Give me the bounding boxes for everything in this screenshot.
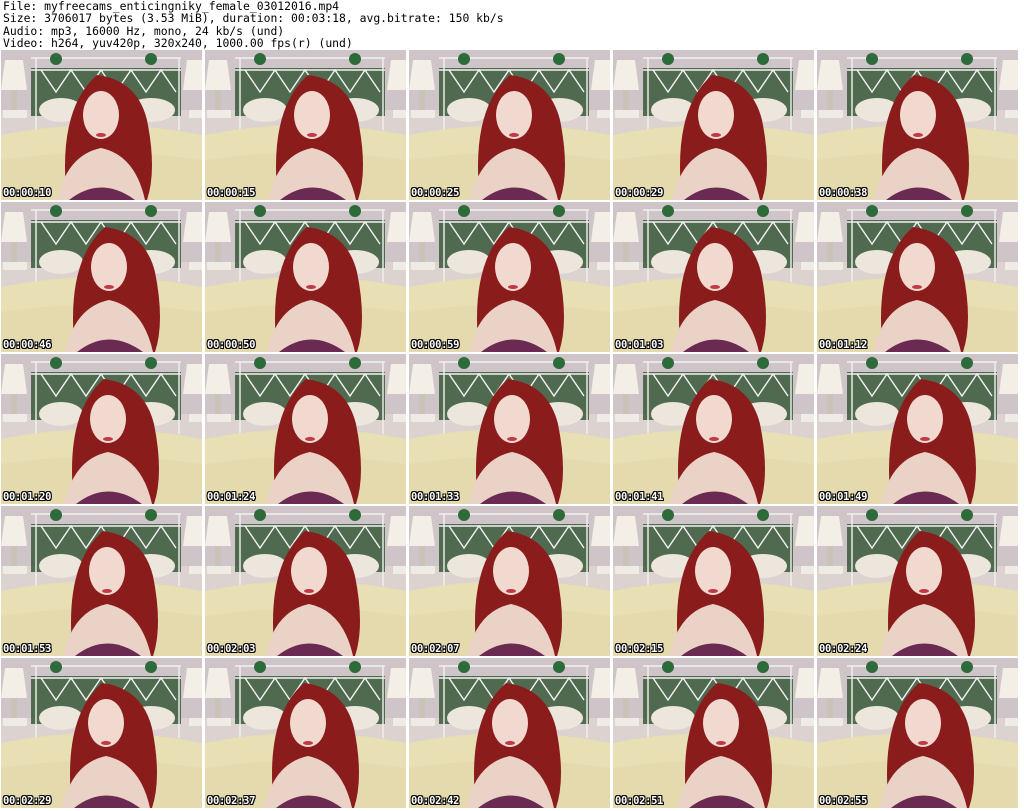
- video-thumbnail: 00:00:38: [817, 50, 1018, 200]
- thumbnail-timestamp: 00:02:03: [207, 643, 256, 655]
- video-thumbnail: 00:00:46: [1, 202, 202, 352]
- video-thumbnail: 00:01:24: [205, 354, 406, 504]
- video-frame-image: [1, 354, 202, 504]
- thumbnail-timestamp: 00:00:46: [3, 339, 52, 351]
- video-thumbnail: 00:01:41: [613, 354, 814, 504]
- video-frame-image: [1, 506, 202, 656]
- video-thumbnail: 00:02:15: [613, 506, 814, 656]
- video-thumbnail: 00:00:50: [205, 202, 406, 352]
- video-thumbnail: 00:02:29: [1, 658, 202, 808]
- thumbnail-timestamp: 00:01:03: [615, 339, 664, 351]
- video-thumbnail: 00:00:15: [205, 50, 406, 200]
- video-thumbnail: 00:01:03: [613, 202, 814, 352]
- video-thumbnail: 00:02:03: [205, 506, 406, 656]
- thumbnail-timestamp: 00:00:25: [411, 187, 460, 199]
- video-frame-image: [409, 506, 610, 656]
- thumbnail-grid: 00:00:10 00:00:15 00:00:25 00:00:29 00:00:38…: [1, 50, 1023, 811]
- video-frame-image: [613, 506, 814, 656]
- video-frame-image: [205, 202, 406, 352]
- file-info-header: File: myfreecams_enticingniky_female_030…: [3, 0, 1021, 50]
- video-thumbnail: 00:02:37: [205, 658, 406, 808]
- video-frame-image: [817, 202, 1018, 352]
- video-frame-image: [409, 658, 610, 808]
- thumbnail-timestamp: 00:00:50: [207, 339, 256, 351]
- video-frame-image: [1, 202, 202, 352]
- thumbnail-timestamp: 00:02:51: [615, 795, 664, 807]
- video-frame-image: [205, 50, 406, 200]
- video-frame-image: [409, 354, 610, 504]
- thumbnail-timestamp: 00:00:29: [615, 187, 664, 199]
- thumbnail-timestamp: 00:02:37: [207, 795, 256, 807]
- thumbnail-timestamp: 00:00:15: [207, 187, 256, 199]
- video-frame-image: [817, 658, 1018, 808]
- file-size-line: Size: 3706017 bytes (3.53 MiB), duration…: [3, 11, 504, 26]
- video-thumbnail: 00:02:24: [817, 506, 1018, 656]
- video-frame-image: [205, 658, 406, 808]
- video-thumbnail: 00:01:20: [1, 354, 202, 504]
- thumbnail-timestamp: 00:02:15: [615, 643, 664, 655]
- video-thumbnail: 00:02:51: [613, 658, 814, 808]
- video-frame-image: [205, 354, 406, 504]
- video-thumbnail: 00:00:29: [613, 50, 814, 200]
- video-thumbnail: 00:02:42: [409, 658, 610, 808]
- thumbnail-timestamp: 00:02:55: [819, 795, 868, 807]
- thumbnail-timestamp: 00:01:33: [411, 491, 460, 503]
- video-thumbnail: 00:02:07: [409, 506, 610, 656]
- video-frame-image: [1, 658, 202, 808]
- video-frame-image: [1, 50, 202, 200]
- thumbnail-timestamp: 00:02:42: [411, 795, 460, 807]
- video-info-line: Video: h264, yuv420p, 320x240, 1000.00 f…: [3, 36, 353, 51]
- video-frame-image: [613, 202, 814, 352]
- video-frame-image: [409, 202, 610, 352]
- video-frame-image: [613, 354, 814, 504]
- video-thumbnail: 00:01:12: [817, 202, 1018, 352]
- video-frame-image: [817, 354, 1018, 504]
- thumbnail-timestamp: 00:02:24: [819, 643, 868, 655]
- video-frame-image: [613, 658, 814, 808]
- video-frame-image: [613, 50, 814, 200]
- thumbnail-timestamp: 00:01:49: [819, 491, 868, 503]
- thumbnail-timestamp: 00:02:29: [3, 795, 52, 807]
- video-frame-image: [817, 506, 1018, 656]
- video-thumbnail: 00:02:55: [817, 658, 1018, 808]
- video-thumbnail: 00:01:53: [1, 506, 202, 656]
- thumbnail-timestamp: 00:01:24: [207, 491, 256, 503]
- video-thumbnail: 00:00:59: [409, 202, 610, 352]
- thumbnail-timestamp: 00:01:20: [3, 491, 52, 503]
- thumbnail-timestamp: 00:01:53: [3, 643, 52, 655]
- video-frame-image: [409, 50, 610, 200]
- video-thumbnail: 00:01:49: [817, 354, 1018, 504]
- video-thumbnail: 00:00:10: [1, 50, 202, 200]
- thumbnail-timestamp: 00:01:12: [819, 339, 868, 351]
- thumbnail-timestamp: 00:00:10: [3, 187, 52, 199]
- thumbnail-timestamp: 00:00:59: [411, 339, 460, 351]
- video-frame-image: [205, 506, 406, 656]
- video-frame-image: [817, 50, 1018, 200]
- video-thumbnail: 00:01:33: [409, 354, 610, 504]
- thumbnail-timestamp: 00:01:41: [615, 491, 664, 503]
- thumbnail-timestamp: 00:00:38: [819, 187, 868, 199]
- video-thumbnail: 00:00:25: [409, 50, 610, 200]
- thumbnail-timestamp: 00:02:07: [411, 643, 460, 655]
